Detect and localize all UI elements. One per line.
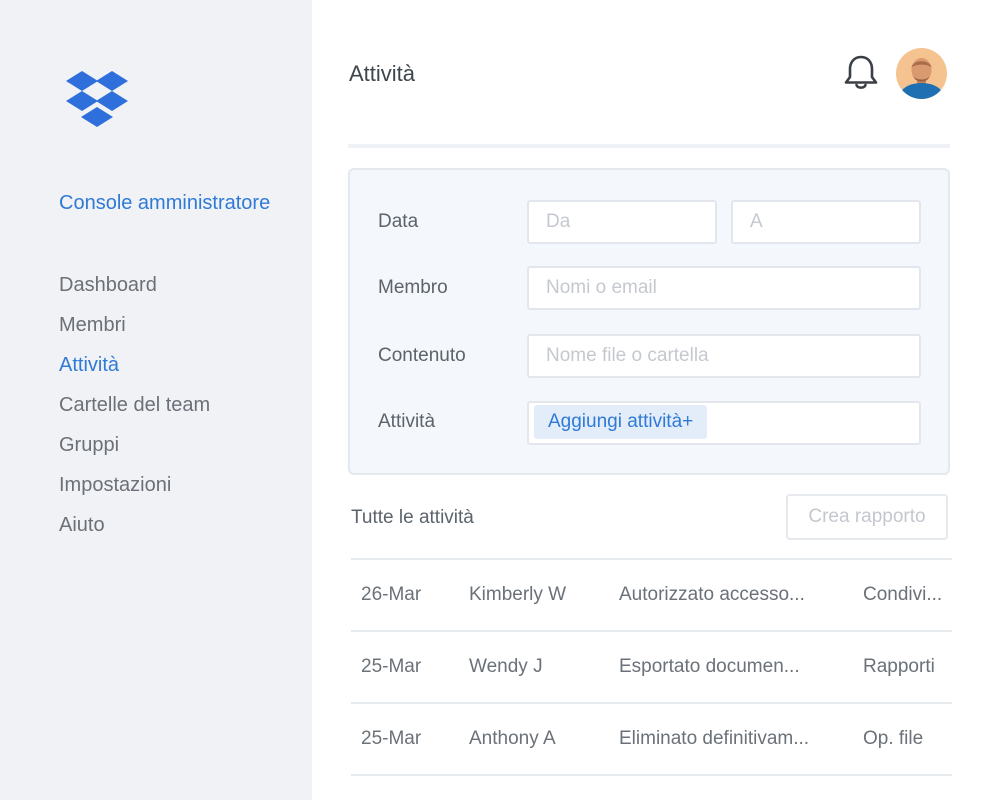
header-divider: [348, 144, 950, 148]
create-report-button[interactable]: Crea rapporto: [786, 494, 948, 540]
row-date: 25-Mar: [361, 656, 422, 677]
row-category: Condivi...: [863, 584, 943, 605]
sidebar-item-attivita[interactable]: Attività: [59, 352, 210, 392]
sidebar-item-dashboard[interactable]: Dashboard: [59, 272, 210, 312]
row-category: Rapporti: [863, 656, 935, 677]
sidebar-item-cartelle-del-team[interactable]: Cartelle del team: [59, 392, 210, 432]
activity-list-title: Tutte le attività: [351, 507, 474, 528]
sidebar: Console amministratore Dashboard Membri …: [0, 0, 312, 800]
sidebar-item-impostazioni[interactable]: Impostazioni: [59, 472, 210, 512]
date-label: Data: [378, 211, 419, 232]
activity-input[interactable]: Aggiungi attività+: [527, 401, 921, 445]
table-row[interactable]: 25-Mar Wendy J Esportato documen... Rapp…: [351, 632, 952, 704]
row-member: Wendy J: [469, 656, 543, 677]
row-date: 25-Mar: [361, 728, 422, 749]
sidebar-nav: Dashboard Membri Attività Cartelle del t…: [59, 272, 210, 552]
dropbox-logo-icon[interactable]: [66, 71, 128, 129]
bell-icon[interactable]: [843, 54, 879, 92]
content-label: Contenuto: [378, 345, 466, 366]
row-member: Anthony A: [469, 728, 556, 749]
console-title[interactable]: Console amministratore: [59, 192, 270, 215]
sidebar-item-aiuto[interactable]: Aiuto: [59, 512, 210, 552]
user-avatar[interactable]: [896, 48, 947, 99]
page-title: Attività: [349, 61, 416, 86]
sidebar-item-membri[interactable]: Membri: [59, 312, 210, 352]
date-to-input[interactable]: [731, 200, 921, 244]
activity-table: 26-Mar Kimberly W Autorizzato accesso...…: [351, 558, 952, 776]
date-from-input[interactable]: [527, 200, 717, 244]
row-member: Kimberly W: [469, 584, 567, 605]
row-activity: Autorizzato accesso...: [619, 584, 805, 605]
add-activity-button[interactable]: Aggiungi attività+: [534, 405, 708, 439]
content-input[interactable]: [527, 334, 921, 378]
member-input[interactable]: [527, 266, 921, 310]
filter-panel: Data Membro Contenuto Attività Aggiungi …: [348, 168, 950, 475]
row-activity: Eliminato definitivam...: [619, 728, 810, 749]
sidebar-item-gruppi[interactable]: Gruppi: [59, 432, 210, 472]
row-category: Op. file: [863, 728, 924, 749]
row-date: 26-Mar: [361, 584, 422, 605]
table-row[interactable]: 26-Mar Kimberly W Autorizzato accesso...…: [351, 560, 952, 632]
row-activity: Esportato documen...: [619, 656, 800, 677]
member-label: Membro: [378, 277, 448, 298]
table-row[interactable]: 25-Mar Anthony A Eliminato definitivam..…: [351, 704, 952, 776]
activity-label: Attività: [378, 411, 436, 432]
